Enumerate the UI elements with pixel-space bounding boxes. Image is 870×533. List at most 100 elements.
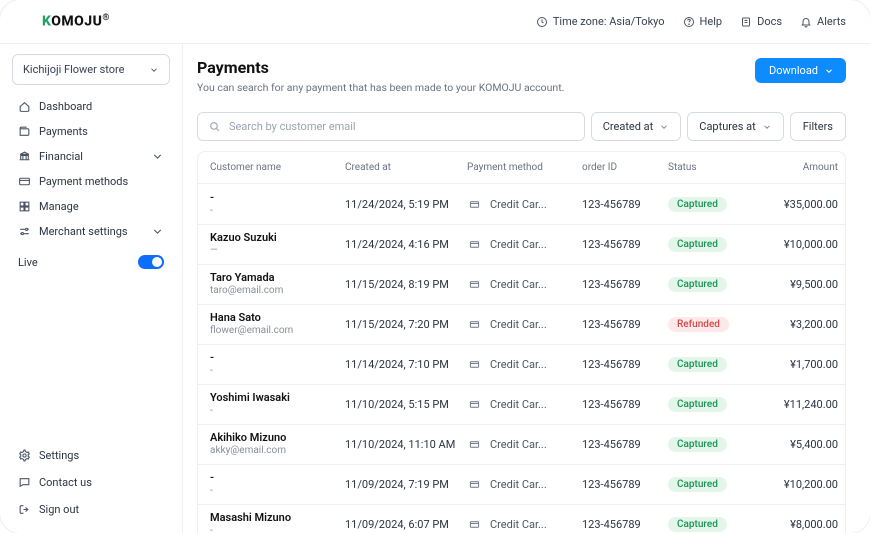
cell-status: Captured [668, 237, 763, 252]
search-input-wrap[interactable] [197, 112, 585, 141]
logo: KOMOJU® [42, 13, 110, 30]
nav-dashboard-label: Dashboard [39, 100, 92, 113]
status-badge: Captured [668, 277, 727, 292]
cell-method: Credit Car... [467, 198, 582, 211]
logo-rest: OMOJU [51, 14, 102, 30]
customer-name: Masashi Mizuno [210, 511, 345, 525]
th-order: order ID [582, 162, 668, 173]
chevron-down-icon [149, 65, 159, 75]
nav-signout-label: Sign out [39, 503, 79, 516]
cell-status: Captured [668, 357, 763, 372]
page-title: Payments [197, 58, 564, 77]
table-row[interactable]: Yoshimi Iwasaki-11/10/2024, 5:15 PMCredi… [198, 384, 845, 424]
chevron-down-icon [762, 122, 772, 132]
payment-method-label: Credit Car... [490, 398, 547, 411]
cell-created: 11/09/2024, 7:19 PM [345, 478, 467, 491]
live-toggle[interactable] [138, 255, 164, 269]
payment-method-label: Credit Car... [490, 318, 547, 331]
credit-card-icon [467, 279, 482, 290]
status-badge: Refunded [668, 317, 729, 332]
bell-icon [800, 16, 812, 28]
home-icon [18, 100, 31, 113]
payment-method-label: Credit Car... [490, 198, 547, 211]
nav-payments[interactable]: Payments [12, 120, 170, 143]
status-badge: Captured [668, 477, 727, 492]
table-row[interactable]: Akihiko Mizunoakky@email.com11/10/2024, … [198, 424, 845, 464]
cell-customer: Hana Satoflower@email.com [210, 311, 345, 337]
chat-icon [18, 476, 31, 489]
logo-reg: ® [102, 13, 110, 23]
merchant-selector[interactable]: Kichijoji Flower store [12, 54, 170, 85]
nav-manage[interactable]: Manage [12, 195, 170, 218]
cell-created: 11/15/2024, 7:20 PM [345, 318, 467, 331]
status-badge: Captured [668, 437, 727, 452]
table-row[interactable]: Kazuo Suzuki—11/24/2024, 4:16 PMCredit C… [198, 224, 845, 264]
filters-button[interactable]: Filters [790, 112, 846, 141]
credit-card-icon [467, 359, 482, 370]
cell-method: Credit Car... [467, 518, 582, 531]
page-subtitle: You can search for any payment that has … [197, 81, 564, 94]
payment-method-label: Credit Car... [490, 358, 547, 371]
cell-created: 11/10/2024, 5:15 PM [345, 398, 467, 411]
table-row[interactable]: --11/24/2024, 5:19 PMCredit Car...123-45… [198, 184, 845, 224]
table-row[interactable]: Hana Satoflower@email.com11/15/2024, 7:2… [198, 304, 845, 344]
credit-card-icon [467, 239, 482, 250]
cell-status: Captured [668, 437, 763, 452]
alerts-link[interactable]: Alerts [800, 15, 846, 28]
nav-financial[interactable]: Financial [12, 145, 170, 168]
cell-amount: ¥8,000.00 [763, 518, 838, 531]
cell-order: 123-456789 [582, 238, 668, 251]
nav-payment-methods[interactable]: Payment methods [12, 170, 170, 193]
cell-method: Credit Car... [467, 398, 582, 411]
docs-link[interactable]: Docs [740, 15, 782, 28]
cell-created: 11/14/2024, 7:10 PM [345, 358, 467, 371]
filter-created-at[interactable]: Created at [591, 112, 682, 141]
cell-method: Credit Car... [467, 238, 582, 251]
nav-contact[interactable]: Contact us [12, 471, 170, 494]
table-row[interactable]: --11/09/2024, 7:19 PMCredit Car...123-45… [198, 464, 845, 504]
timezone-indicator[interactable]: Time zone: Asia/Tokyo [536, 15, 665, 28]
download-button[interactable]: Download [755, 58, 846, 83]
cell-created: 11/10/2024, 11:10 AM [345, 438, 467, 451]
table-row[interactable]: Masashi Mizuno-11/09/2024, 6:07 PMCredit… [198, 504, 845, 533]
th-customer: Customer name [210, 162, 345, 173]
help-icon [683, 16, 695, 28]
status-badge: Captured [668, 517, 727, 532]
payment-method-label: Credit Car... [490, 238, 547, 251]
cell-order: 123-456789 [582, 318, 668, 331]
nav-merchant-settings[interactable]: Merchant settings [12, 220, 170, 243]
filter-captures-at-label: Captures at [699, 120, 755, 133]
cell-order: 123-456789 [582, 358, 668, 371]
nav-settings[interactable]: Settings [12, 444, 170, 467]
cell-status: Captured [668, 197, 763, 212]
table-header: Customer name Created at Payment method … [198, 152, 845, 184]
gear-icon [18, 449, 31, 462]
nav-manage-label: Manage [39, 200, 79, 213]
help-link[interactable]: Help [683, 15, 723, 28]
status-badge: Captured [668, 397, 727, 412]
filter-captures-at[interactable]: Captures at [687, 112, 783, 141]
chevron-down-icon [151, 225, 164, 238]
cell-amount: ¥3,200.00 [763, 318, 838, 331]
nav-dashboard[interactable]: Dashboard [12, 95, 170, 118]
cell-amount: ¥35,000.00 [763, 198, 838, 211]
cell-customer: Taro Yamadataro@email.com [210, 271, 345, 297]
customer-name: - [210, 471, 345, 485]
credit-card-icon [467, 199, 482, 210]
table-row[interactable]: Taro Yamadataro@email.com11/15/2024, 8:1… [198, 264, 845, 304]
nav-signout[interactable]: Sign out [12, 498, 170, 521]
customer-name: Yoshimi Iwasaki [210, 391, 345, 405]
cell-status: Refunded [668, 317, 763, 332]
merchant-name: Kichijoji Flower store [23, 63, 125, 76]
status-badge: Captured [668, 237, 727, 252]
customer-email: akky@email.com [210, 445, 345, 458]
table-row[interactable]: --11/14/2024, 7:10 PMCredit Car...123-45… [198, 344, 845, 384]
cell-order: 123-456789 [582, 478, 668, 491]
cell-method: Credit Car... [467, 438, 582, 451]
sliders-icon [18, 225, 31, 238]
customer-name: Kazuo Suzuki [210, 231, 345, 245]
search-input[interactable] [229, 120, 574, 133]
logo-k: K [42, 14, 51, 30]
cell-amount: ¥9,500.00 [763, 278, 838, 291]
status-badge: Captured [668, 197, 727, 212]
